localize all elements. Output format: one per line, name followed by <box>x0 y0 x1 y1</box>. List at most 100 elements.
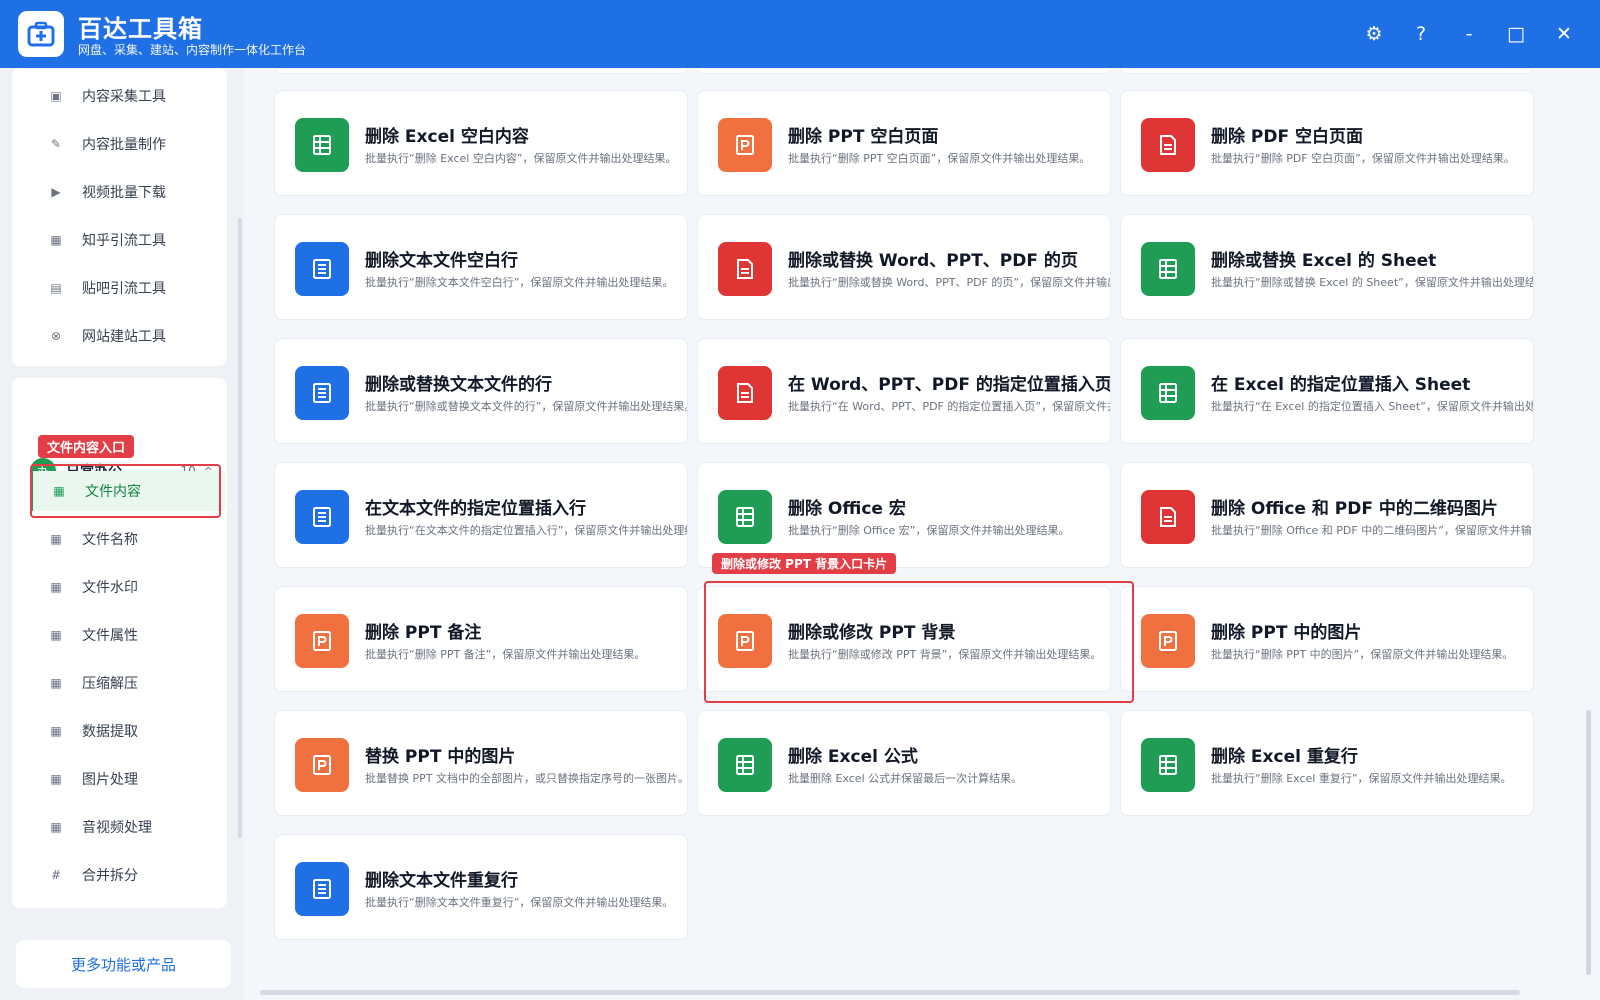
sidebar-item-label: 知乎引流工具 <box>82 233 166 249</box>
card-title: 删除 PPT 空白页面 <box>788 127 939 147</box>
sidebar-subitem-label: 文件属性 <box>82 628 138 644</box>
tool-card[interactable]: 删除或替换文本文件的行 批量执行“删除或替换文本文件的行”，保留原文件并输出处理结… <box>274 338 688 444</box>
card-title: 删除或替换 Word、PPT、PDF 的页 <box>788 251 1078 271</box>
tool-card[interactable]: 删除 Excel 公式 批量删除 Excel 公式并保留最后一次计算结果。 <box>697 710 1111 816</box>
horizontal-scrollbar[interactable] <box>260 990 1520 995</box>
sidebar-subitem-2[interactable]: ▦ 文件水印 <box>30 567 225 607</box>
text-file-icon <box>295 242 349 296</box>
sidebar-subitem-7[interactable]: ▦ 音视频处理 <box>30 807 225 847</box>
card-partial <box>1120 68 1534 74</box>
help-icon[interactable]: ? <box>1405 18 1437 50</box>
pdf-icon <box>718 366 772 420</box>
excel-icon <box>718 490 772 544</box>
sidebar: ▣ 内容采集工具 ✎ 内容批量制作 ▶ 视频批量下载 ▦ 知乎引流工具 ▤ 贴吧引流工具 ⊗ 网站建站… <box>0 68 244 1000</box>
tool-card[interactable]: 删除 Office 和 PDF 中的二维码图片 批量执行“删除 Office 和 … <box>1120 462 1534 568</box>
sidebar-subitem-label: 文件水印 <box>82 580 138 596</box>
card-description: 批量执行“删除文本文件重复行”，保留原文件并输出处理结果。 <box>365 896 674 909</box>
tieba-icon: ▤ <box>50 281 62 295</box>
tool-card[interactable]: 删除 PPT 空白页面批量执行“删除 PPT 空白页面”，保留原文件并输出处理结… <box>697 90 1111 196</box>
card-description: 批量执行“在 Excel 的指定位置插入 Sheet”，保留原文件并输出处理结果… <box>1211 400 1533 413</box>
card-description: 批量执行“删除 PPT 空白页面”，保留原文件并输出处理结果。 <box>788 152 1091 165</box>
sidebar-subitem-3[interactable]: ▦ 文件属性 <box>30 615 225 655</box>
card-description: 批量执行“删除 PDF 空白页面”，保留原文件并输出处理结果。 <box>1211 152 1515 165</box>
more-features-button[interactable]: 更多功能或产品 <box>16 940 231 988</box>
card-title: 删除文本文件空白行 <box>365 251 518 271</box>
sidebar-item-2[interactable]: ▶ 视频批量下载 <box>30 172 225 212</box>
grid-icon: ▦ <box>50 676 62 690</box>
card-title: 在 Excel 的指定位置插入 Sheet <box>1211 375 1471 395</box>
main-content: 删除 Excel 空白内容 批量执行“删除 Excel 空白内容”，保留原文件并输… <box>244 68 1600 1000</box>
ppt-background-card-highlight <box>704 581 1134 703</box>
tool-card[interactable]: 删除 Excel 重复行批量执行“删除 Excel 重复行”，保留原文件并输出处… <box>1120 710 1534 816</box>
content-scrollbar[interactable] <box>1586 710 1591 975</box>
tool-card[interactable]: 在 Word、PPT、PDF 的指定位置插入页 批量执行“在 Word、PPT、P… <box>697 338 1111 444</box>
sidebar-item-label: 内容采集工具 <box>82 89 166 105</box>
card-description: 批量执行“删除 PPT 备注”，保留原文件并输出处理结果。 <box>365 648 646 661</box>
tool-card[interactable]: 删除文本文件空白行批量执行“删除文本文件空白行”，保留原文件并输出处理结果。 <box>274 214 688 320</box>
card-description: 批量执行“删除 Office 宏”，保留原文件并输出处理结果。 <box>788 524 1070 537</box>
card-description: 批量执行“删除 Excel 重复行”，保留原文件并输出处理结果。 <box>1211 772 1512 785</box>
sidebar-subitem-6[interactable]: ▦ 图片处理 <box>30 759 225 799</box>
pdf-icon <box>1141 490 1195 544</box>
card-title: 删除或替换文本文件的行 <box>365 375 552 395</box>
tool-card[interactable]: 删除或替换 Word、PPT、PDF 的页 批量执行“删除或替换 Word、PPT… <box>697 214 1111 320</box>
sidebar-subitem-1[interactable]: ▦ 文件名称 <box>30 519 225 559</box>
sidebar-item-label: 内容批量制作 <box>82 137 166 153</box>
card-description: 批量执行“删除或替换 Excel 的 Sheet”，保留原文件并输出处理结果。 <box>1211 276 1534 289</box>
sidebar-item-0[interactable]: ▣ 内容采集工具 <box>30 76 225 116</box>
minimize-icon[interactable]: - <box>1453 18 1485 50</box>
tool-card[interactable]: 删除文本文件重复行 批量执行“删除文本文件重复行”，保留原文件并输出处理结果。 <box>274 834 688 940</box>
tool-card[interactable]: 在文本文件的指定位置插入行批量执行“在文本文件的指定位置插入行”，保留原文件并输… <box>274 462 688 568</box>
sidebar-item-5[interactable]: ⊗ 网站建站工具 <box>30 316 225 356</box>
sidebar-item-label: 网站建站工具 <box>82 329 166 345</box>
card-description: 批量删除 Excel 公式并保留最后一次计算结果。 <box>788 772 1023 785</box>
sidebar-subitem-5[interactable]: ▦ 数据提取 <box>30 711 225 751</box>
sidebar-item-1[interactable]: ✎ 内容批量制作 <box>30 124 225 164</box>
file-content-annotation: 文件内容入口 <box>38 435 135 458</box>
card-title: 删除 PPT 备注 <box>365 623 482 643</box>
ppt-icon <box>718 118 772 172</box>
tool-card[interactable]: 删除或替换 Excel 的 Sheet 批量执行“删除或替换 Excel 的 Sh… <box>1120 214 1534 320</box>
tool-card[interactable]: 删除 PDF 空白页面批量执行“删除 PDF 空白页面”，保留原文件并输出处理结… <box>1120 90 1534 196</box>
card-description: 批量执行“删除 PPT 中的图片”，保留原文件并输出处理结果。 <box>1211 648 1514 661</box>
close-icon[interactable]: ✕ <box>1548 18 1580 50</box>
hash-icon: # <box>50 868 62 882</box>
maximize-icon[interactable]: □ <box>1500 18 1532 50</box>
sidebar-item-3[interactable]: ▦ 知乎引流工具 <box>30 220 225 260</box>
tool-card[interactable]: 删除 PPT 备注批量执行“删除 PPT 备注”，保留原文件并输出处理结果。 <box>274 586 688 692</box>
settings-icon[interactable]: ⚙ <box>1358 18 1390 50</box>
zhihu-icon: ▦ <box>50 233 62 247</box>
card-description: 批量执行“删除文本文件空白行”，保留原文件并输出处理结果。 <box>365 276 674 289</box>
grid-icon: ▦ <box>50 772 62 786</box>
tool-card[interactable]: 在 Excel 的指定位置插入 Sheet 批量执行“在 Excel 的指定位置插… <box>1120 338 1534 444</box>
ppt-background-annotation: 删除或修改 PPT 背景入口卡片 <box>712 553 897 574</box>
excel-icon <box>1141 242 1195 296</box>
card-partial <box>274 68 688 74</box>
tool-card[interactable]: 删除 Excel 空白内容 批量执行“删除 Excel 空白内容”，保留原文件并输… <box>274 90 688 196</box>
card-title: 在文本文件的指定位置插入行 <box>365 499 586 519</box>
card-title: 删除 Excel 重复行 <box>1211 747 1358 767</box>
text-file-icon <box>295 490 349 544</box>
tool-card[interactable]: 替换 PPT 中的图片批量替换 PPT 文档中的全部图片，或只替换指定序号的一张… <box>274 710 688 816</box>
excel-icon <box>718 738 772 792</box>
text-file-icon <box>295 366 349 420</box>
grid-icon: ▦ <box>50 628 62 642</box>
card-title: 删除 Office 和 PDF 中的二维码图片 <box>1211 499 1498 519</box>
pdf-icon <box>718 242 772 296</box>
sidebar-subitem-label: 压缩解压 <box>82 676 138 692</box>
card-description: 批量执行“在文本文件的指定位置插入行”，保留原文件并输出处理结果。 <box>365 524 688 537</box>
ppt-icon <box>295 738 349 792</box>
video-icon: ▶ <box>51 185 61 199</box>
sidebar-subitem-label: 音视频处理 <box>82 820 152 836</box>
pdf-icon <box>1141 118 1195 172</box>
card-title: 删除 PDF 空白页面 <box>1211 127 1364 147</box>
sidebar-item-4[interactable]: ▤ 贴吧引流工具 <box>30 268 225 308</box>
sidebar-subitem-4[interactable]: ▦ 压缩解压 <box>30 663 225 703</box>
grid-icon: ▦ <box>50 820 62 834</box>
tool-card[interactable]: 删除 PPT 中的图片 批量执行“删除 PPT 中的图片”，保留原文件并输出处理结… <box>1120 586 1534 692</box>
sidebar-scrollbar[interactable] <box>238 218 242 838</box>
text-file-icon <box>295 862 349 916</box>
sidebar-subitem-8[interactable]: # 合并拆分 <box>30 855 225 895</box>
card-title: 替换 PPT 中的图片 <box>365 747 516 767</box>
card-description: 批量替换 PPT 文档中的全部图片，或只替换指定序号的一张图片。 <box>365 772 688 785</box>
